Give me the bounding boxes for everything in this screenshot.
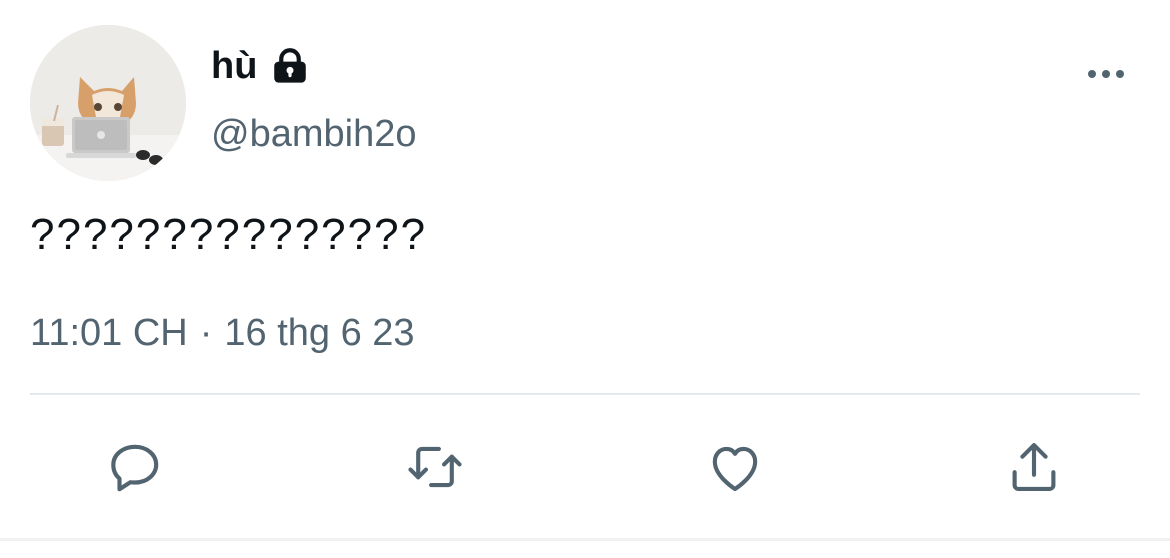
divider — [30, 393, 1140, 395]
reply-icon — [111, 444, 159, 492]
more-horizontal-icon[interactable] — [1084, 62, 1128, 86]
timestamp-separator: · — [199, 312, 213, 354]
tweet-date: 16 thg 6 23 — [224, 312, 415, 354]
retweet-button[interactable] — [404, 436, 466, 498]
reply-button[interactable] — [104, 436, 166, 498]
tweet-text: ??????????????? — [30, 210, 428, 259]
lock-icon — [269, 45, 311, 87]
display-name[interactable]: hù — [211, 40, 257, 92]
share-button[interactable] — [1003, 436, 1065, 498]
heart-icon — [712, 446, 758, 492]
avatar-cat-picture — [30, 25, 186, 181]
share-icon — [1012, 442, 1056, 492]
avatar[interactable] — [30, 25, 186, 181]
user-handle[interactable]: @bambih2o — [211, 110, 416, 158]
bottom-divider — [0, 538, 1170, 541]
tweet-detail: hù @bambih2o ??????????????? 11:01 CH · … — [0, 0, 1170, 558]
retweet-icon — [408, 446, 462, 488]
tweet-timestamp[interactable]: 11:01 CH · 16 thg 6 23 — [30, 305, 415, 361]
like-button[interactable] — [704, 436, 766, 498]
display-name-row: hù — [211, 40, 311, 92]
tweet-time: 11:01 CH — [30, 312, 188, 354]
